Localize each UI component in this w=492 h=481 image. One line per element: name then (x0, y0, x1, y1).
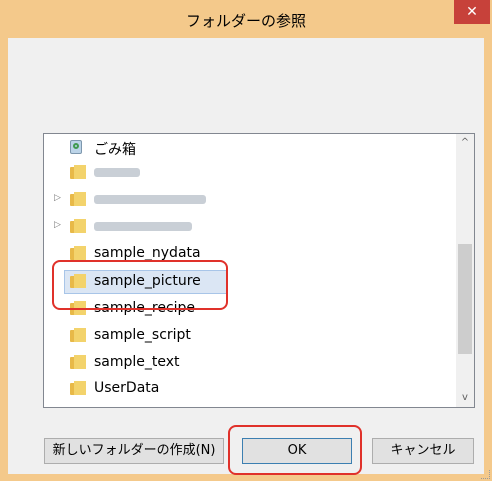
scroll-thumb[interactable] (458, 244, 472, 354)
dialog-title: フォルダーの参照 (185, 12, 306, 30)
tree-item-label: sample_script (94, 327, 191, 343)
title-bar[interactable]: フォルダーの参照 ✕ (0, 0, 492, 38)
scroll-down-icon[interactable]: v (456, 389, 474, 407)
folder-icon (70, 355, 86, 369)
folder-icon (70, 219, 86, 233)
tree-item-folder[interactable]: ▷ (44, 215, 454, 239)
new-folder-button[interactable]: 新しいフォルダーの作成(N) (44, 438, 224, 464)
tree-item-recycle-bin[interactable]: ごみ箱 (44, 136, 454, 160)
tree-item-folder[interactable] (44, 161, 454, 185)
folder-icon (70, 165, 86, 179)
close-button[interactable]: ✕ (454, 0, 490, 24)
expand-arrow-icon[interactable]: ▷ (54, 193, 64, 205)
tree-item-folder[interactable]: UserData (44, 377, 454, 401)
blurred-label (94, 222, 192, 231)
annotation-highlight-selected (52, 260, 228, 310)
annotation-highlight-ok (228, 425, 362, 475)
folder-browse-dialog: フォルダーの参照 ✕ ごみ箱 ▷ ▷ sample_nydata sample_… (0, 0, 492, 481)
folder-icon (70, 328, 86, 342)
scroll-up-icon[interactable]: ^ (456, 134, 474, 152)
tree-item-folder[interactable]: sample_script (44, 324, 454, 348)
close-icon: ✕ (466, 4, 478, 20)
tree-item-label: UserData (94, 380, 160, 396)
cancel-button[interactable]: キャンセル (372, 438, 474, 464)
recycle-bin-icon (68, 139, 84, 155)
folder-icon (70, 192, 86, 206)
resize-grip[interactable] (481, 470, 490, 479)
vertical-scrollbar[interactable]: ^ v (456, 134, 474, 407)
blurred-label (94, 195, 206, 204)
expand-arrow-icon[interactable]: ▷ (54, 220, 64, 232)
tree-item-label: sample_nydata (94, 245, 201, 261)
blurred-label (94, 168, 140, 177)
tree-item-folder[interactable]: sample_text (44, 351, 454, 375)
tree-item-label: sample_text (94, 354, 180, 370)
tree-item-label: ごみ箱 (94, 142, 136, 158)
folder-icon (70, 381, 86, 395)
tree-item-folder[interactable]: ▷ (44, 188, 454, 212)
folder-icon (70, 246, 86, 260)
